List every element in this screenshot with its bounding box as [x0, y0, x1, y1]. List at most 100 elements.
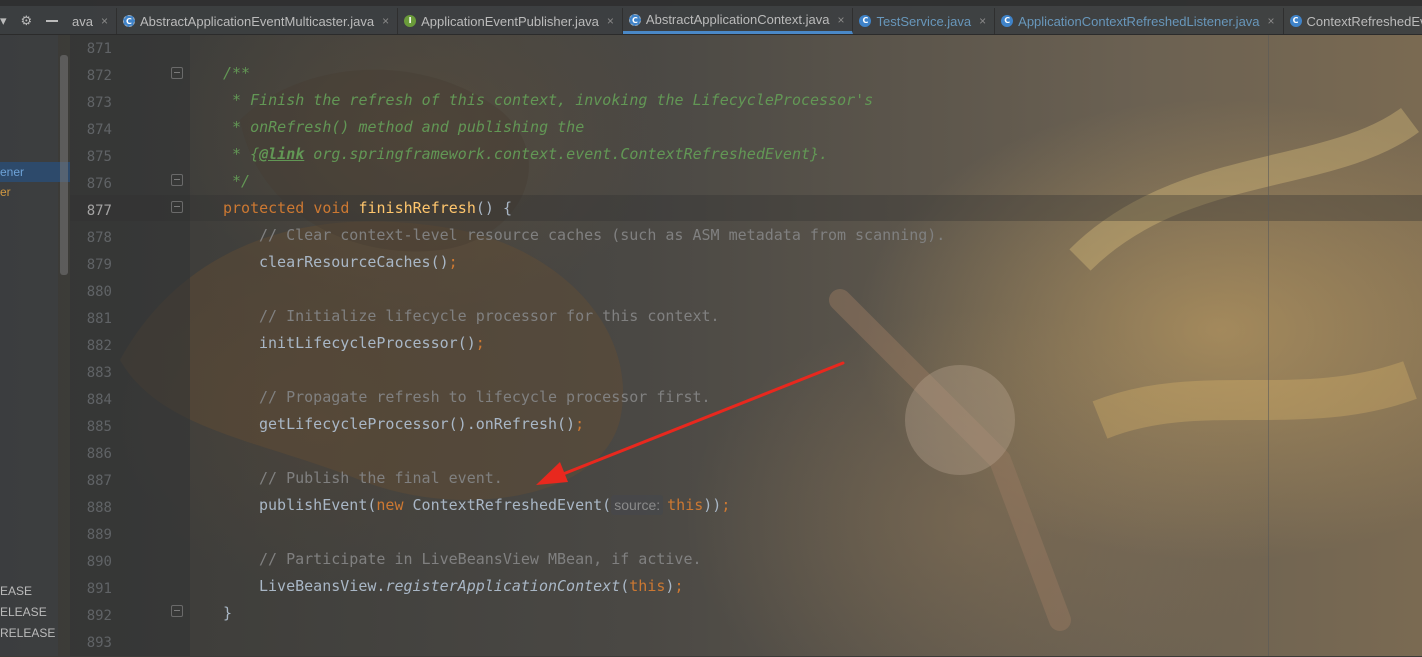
keyword: this	[667, 496, 704, 514]
line-number[interactable]: 873	[70, 90, 112, 117]
code-line-876: */	[223, 168, 250, 195]
line-number[interactable]: 893	[70, 630, 112, 657]
method-call[interactable]: initLifecycleProcessor	[259, 334, 458, 352]
javadoc-text: * Finish the refresh of this context, in…	[223, 91, 874, 109]
code-line-890: // Participate in LiveBeansView MBean, i…	[259, 546, 702, 573]
line-number[interactable]: 872	[70, 63, 112, 90]
library-item-release[interactable]: ELEASE	[0, 605, 47, 619]
line-number[interactable]: 892	[70, 603, 112, 630]
code-comment: // Participate in LiveBeansView MBean, i…	[259, 550, 702, 568]
library-item-release[interactable]: RELEASE	[0, 626, 55, 640]
code-line-874: * onRefresh() method and publishing the	[223, 114, 584, 141]
fold-marker-icon[interactable]	[171, 201, 183, 213]
project-panel-scrollbar[interactable]	[60, 55, 68, 275]
line-number[interactable]: 890	[70, 549, 112, 576]
code-line-881: // Initialize lifecycle processor for th…	[259, 303, 720, 330]
class-icon: C	[1001, 15, 1014, 27]
line-number[interactable]: 878	[70, 225, 112, 252]
line-number[interactable]: 879	[70, 252, 112, 279]
class-reference[interactable]: LiveBeansView.	[259, 577, 385, 595]
close-tab-icon[interactable]: ×	[382, 14, 389, 28]
line-number[interactable]: 887	[70, 468, 112, 495]
editor-tab[interactable]: C AbstractApplicationEventMulticaster.jav…	[117, 8, 399, 34]
line-number[interactable]: 882	[70, 333, 112, 360]
editor-tabs: ava × C AbstractApplicationEventMulticaster…	[66, 8, 1422, 34]
code-line-877: protected void finishRefresh() {	[223, 195, 512, 222]
javadoc-text: * {	[223, 145, 260, 163]
line-number[interactable]: 884	[70, 387, 112, 414]
minimize-icon[interactable]	[46, 20, 59, 22]
line-number[interactable]: 888	[70, 495, 112, 522]
semicolon: ;	[721, 496, 731, 514]
method-call[interactable]: getLifecycleProcessor().onRefresh	[259, 415, 557, 433]
line-number[interactable]: 871	[70, 36, 112, 63]
line-number[interactable]: 886	[70, 441, 112, 468]
code-comment: // Propagate refresh to lifecycle proces…	[259, 388, 711, 406]
keyword: protected	[223, 199, 305, 217]
close-tab-icon[interactable]: ×	[607, 14, 614, 28]
line-number[interactable]: 881	[70, 306, 112, 333]
semicolon: ;	[575, 415, 585, 433]
code-comment: // Clear context-level resource caches (…	[259, 226, 946, 244]
code-line-882: initLifecycleProcessor();	[259, 330, 485, 357]
class-icon: C	[859, 15, 872, 27]
editor-tab-label: ApplicationContextRefreshedListener.java	[1018, 13, 1260, 29]
code-line-887: // Publish the final event.	[259, 465, 503, 492]
editor-tab-label: ContextRefreshedEve	[1306, 13, 1422, 29]
punctuation: ))	[703, 496, 722, 514]
editor-tab-label: ava	[72, 13, 93, 29]
project-tree-item[interactable]: er	[0, 185, 11, 199]
method-call[interactable]: publishEvent(	[259, 496, 376, 514]
line-number[interactable]: 876	[70, 171, 112, 198]
interface-icon: I	[404, 15, 417, 27]
line-number[interactable]: 891	[70, 576, 112, 603]
line-number[interactable]: 875	[70, 144, 112, 171]
code-line-888: publishEvent(new ContextRefreshedEvent(s…	[259, 492, 730, 519]
close-tab-icon[interactable]: ×	[979, 14, 986, 28]
editor-tab[interactable]: I ApplicationEventPublisher.java ×	[398, 8, 623, 34]
close-tab-icon[interactable]: ×	[837, 13, 844, 27]
punctuation: ()	[557, 415, 576, 433]
fold-marker-icon[interactable]	[171, 605, 183, 617]
line-number[interactable]: 883	[70, 360, 112, 387]
editor-tab[interactable]: C TestService.java ×	[853, 8, 996, 34]
javadoc-close: */	[223, 172, 251, 190]
line-number[interactable]: 874	[70, 117, 112, 144]
toolbar-strip	[0, 0, 1422, 6]
project-panel: ener er EASE ELEASE RELEASE	[0, 35, 70, 656]
code-comment: // Initialize lifecycle processor for th…	[259, 307, 720, 325]
method-name[interactable]: finishRefresh	[358, 199, 475, 217]
editor-tab[interactable]: C ContextRefreshedEve	[1284, 8, 1422, 34]
keyword: new	[376, 496, 404, 514]
fold-marker-icon[interactable]	[171, 174, 183, 186]
javadoc-link-tag[interactable]: @link	[259, 145, 304, 163]
editor-tab[interactable]: C AbstractApplicationContext.java ×	[622, 8, 854, 34]
editor-tab-label: AbstractApplicationEventMulticaster.java	[139, 13, 375, 29]
editor-tab-label: ApplicationEventPublisher.java	[421, 13, 599, 29]
close-tab-icon[interactable]: ×	[101, 14, 108, 28]
tab-bar-tools: ▾ ⚙	[0, 10, 72, 32]
javadoc-text: * onRefresh() method and publishing the	[223, 118, 585, 136]
javadoc-text: org.springframework.context.event.Contex…	[304, 145, 829, 163]
method-call[interactable]: clearResourceCaches	[259, 253, 431, 271]
semicolon: ;	[475, 334, 485, 352]
dropdown-icon[interactable]: ▾	[0, 14, 7, 29]
library-item-release[interactable]: EASE	[0, 584, 32, 598]
code-line-891: LiveBeansView.registerApplicationContext…	[259, 573, 683, 600]
code-line-875: * {@link org.springframework.context.eve…	[223, 141, 828, 168]
editor-tab-label: TestService.java	[876, 13, 972, 29]
line-number[interactable]: 885	[70, 414, 112, 441]
line-number[interactable]: 877	[70, 198, 112, 225]
settings-gear-icon[interactable]: ⚙	[21, 14, 33, 29]
line-number[interactable]: 880	[70, 279, 112, 306]
punctuation: () {	[475, 199, 512, 217]
close-tab-icon[interactable]: ×	[1268, 14, 1275, 28]
editor-tab[interactable]: C ApplicationContextRefreshedListener.jav…	[995, 8, 1284, 34]
fold-marker-icon[interactable]	[171, 67, 183, 79]
line-number[interactable]: 889	[70, 522, 112, 549]
class-reference[interactable]: ContextRefreshedEvent(	[404, 496, 612, 514]
right-margin-guide	[1268, 35, 1269, 656]
static-method-call[interactable]: registerApplicationContext	[385, 577, 620, 595]
punctuation: ()	[457, 334, 476, 352]
editor-tab[interactable]: ava ×	[66, 8, 117, 34]
